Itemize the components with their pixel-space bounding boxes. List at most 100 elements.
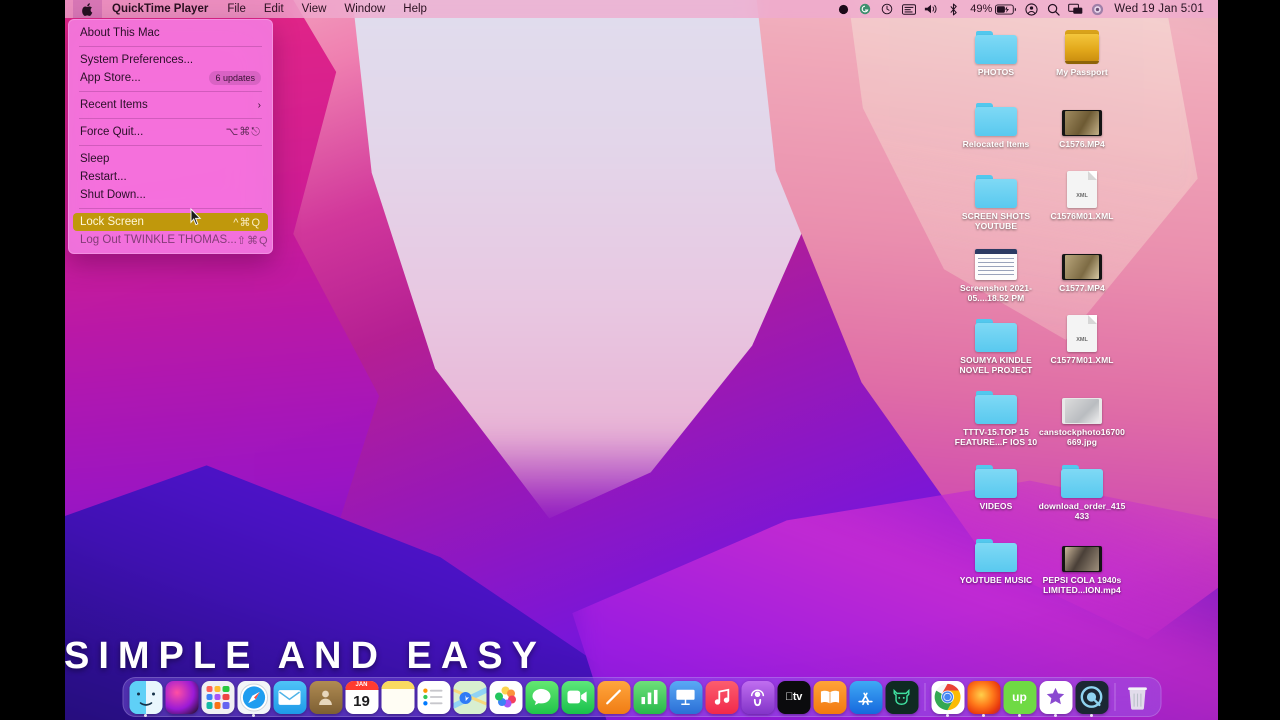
dock-item-quicktime[interactable] (1075, 680, 1108, 717)
dock-item-trash[interactable] (1121, 681, 1154, 714)
firefox-icon (967, 680, 1000, 714)
menu-separator (79, 118, 262, 119)
screenshot-thumbnail-icon (952, 238, 1040, 280)
menu-item-log-out[interactable]: Log Out TWINKLE THOMAS... ⇧⌘Q (73, 231, 268, 249)
desktop-icon-pepsi-cola[interactable]: PEPSI COLA 1940s LIMITED...ION.mp4 (1038, 530, 1126, 595)
desktop-icon-screen-shots-youtube[interactable]: SCREEN SHOTS YOUTUBE (952, 166, 1040, 231)
notes-icon (381, 680, 414, 714)
menu-bar-item-file[interactable]: File (218, 0, 255, 18)
upwork-icon: up (1003, 680, 1036, 714)
bluetooth-icon[interactable] (942, 0, 964, 18)
desktop-icon-videos[interactable]: VIDEOS (952, 456, 1040, 511)
dock-item-reminders[interactable] (417, 680, 450, 714)
screen-recorder-icon[interactable] (898, 0, 920, 18)
spotlight-search-icon[interactable] (1042, 0, 1064, 18)
desktop-icon-download-order[interactable]: download_order_415433 (1038, 456, 1126, 521)
dock-item-finder[interactable] (129, 680, 162, 717)
menu-bar-item-view[interactable]: View (293, 0, 336, 18)
desktop-icon-photos[interactable]: PHOTOS (952, 22, 1040, 77)
desktop-icon-label: Screenshot 2021-05....18.52 PM (960, 283, 1032, 303)
user-account-icon[interactable] (1020, 0, 1042, 18)
battery-charging-icon (995, 3, 1017, 15)
dock-item-siri[interactable] (165, 680, 198, 714)
dock-item-keynote[interactable] (669, 680, 702, 714)
menu-bar-item-edit[interactable]: Edit (255, 0, 293, 18)
dock-item-music[interactable] (705, 680, 738, 714)
menu-item-lock-screen[interactable]: Lock Screen ^⌘Q (73, 213, 268, 231)
time-machine-icon[interactable] (876, 0, 898, 18)
menu-item-restart[interactable]: Restart... (73, 168, 268, 186)
menu-bar-app-name[interactable]: QuickTime Player (102, 0, 218, 18)
dock-item-books[interactable] (813, 680, 846, 714)
menu-bar-left: QuickTime Player File Edit View Window H… (65, 0, 436, 18)
desktop-icon-screenshot[interactable]: Screenshot 2021-05....18.52 PM (952, 238, 1040, 303)
battery-status[interactable]: 49% (964, 3, 1020, 15)
mail-icon (273, 680, 306, 714)
dock-item-messages[interactable] (525, 680, 558, 714)
dock-item-maps[interactable] (453, 680, 486, 714)
apple-menu-dropdown[interactable]: About This Mac System Preferences... App… (68, 19, 273, 254)
desktop-icon-canstockphoto[interactable]: canstockphoto16700669.jpg (1038, 382, 1126, 447)
menu-bar-item-help[interactable]: Help (394, 0, 436, 18)
dock-item-bull-app[interactable] (885, 680, 918, 714)
volume-icon[interactable] (920, 0, 942, 18)
harddrive-icon (1038, 22, 1126, 64)
dock-item-photos[interactable] (489, 680, 522, 714)
menu-item-label: System Preferences... (80, 54, 194, 66)
calendar-month-label: JAN (345, 680, 378, 690)
desktop-icon-label: C1576.MP4 (1059, 139, 1105, 149)
dock-item-podcasts[interactable] (741, 680, 774, 714)
letterbox-left (0, 0, 65, 720)
calendar-icon: JAN 19 (345, 680, 378, 714)
desktop-icon-c1576m01-xml[interactable]: XML C1576M01.XML (1038, 166, 1126, 221)
desktop-icon-label: C1577M01.XML (1050, 355, 1114, 365)
menu-separator (79, 46, 262, 47)
menu-item-app-store[interactable]: App Store... 6 updates (73, 69, 268, 87)
desktop-icon-soumya-kindle-novel-project[interactable]: SOUMYA KINDLE NOVEL PROJECT (952, 310, 1040, 375)
dock-item-launchpad[interactable] (201, 680, 234, 714)
dock-item-calendar[interactable]: JAN 19 (345, 680, 378, 714)
xml-document-icon: XML (1038, 166, 1126, 208)
dock-item-apple-tv[interactable]: tv (777, 680, 810, 714)
desktop-icon-c1577-mp4[interactable]: C1577.MP4 (1038, 238, 1126, 293)
menu-item-recent-items[interactable]: Recent Items › (73, 96, 268, 114)
dock-item-contacts[interactable] (309, 680, 342, 714)
desktop-icon-youtube-music[interactable]: YOUTUBE MUSIC (952, 530, 1040, 585)
menu-bar-item-window[interactable]: Window (335, 0, 394, 18)
menu-item-system-preferences[interactable]: System Preferences... (73, 51, 268, 69)
desktop[interactable]: QuickTime Player File Edit View Window H… (65, 0, 1218, 720)
desktop-icon-tttv-15[interactable]: TTTV-15.TOP 15 FEATURE...F IOS 10 (952, 382, 1040, 447)
apple-logo-icon[interactable] (73, 0, 102, 18)
menu-item-shortcut: ⇧⌘Q (236, 234, 269, 247)
dock-item-mail[interactable] (273, 680, 306, 714)
grammarly-icon[interactable] (854, 0, 876, 18)
dock-item-safari[interactable] (237, 680, 270, 717)
control-center-icon[interactable] (1086, 0, 1108, 18)
menu-item-sleep[interactable]: Sleep (73, 150, 268, 168)
video-caption-text: SIMPLE AND EASY (65, 635, 546, 677)
dock-item-firefox[interactable] (967, 680, 1000, 717)
dock-item-chrome[interactable] (931, 680, 964, 717)
desktop-icon-c1576-mp4[interactable]: C1576.MP4 (1038, 94, 1126, 149)
chrome-icon (931, 680, 964, 714)
desktop-icon-relocated-items[interactable]: Relocated Items (952, 94, 1040, 149)
desktop-icon-c1577m01-xml[interactable]: XML C1577M01.XML (1038, 310, 1126, 365)
desktop-icon-my-passport[interactable]: My Passport (1038, 22, 1126, 77)
dock-item-upwork[interactable]: up (1003, 680, 1036, 717)
dock-item-notes[interactable] (381, 680, 414, 714)
menu-item-shut-down[interactable]: Shut Down... (73, 186, 268, 204)
menu-bar-clock[interactable]: Wed 19 Jan 5:01 (1108, 3, 1212, 15)
record-icon[interactable] (832, 0, 854, 18)
desktop-icon-label: SOUMYA KINDLE NOVEL PROJECT (959, 355, 1033, 375)
dock-item-photo-booth[interactable] (1039, 680, 1072, 717)
dock[interactable]: JAN 19 tv up (122, 677, 1161, 717)
menu-item-about-this-mac[interactable]: About This Mac (73, 24, 268, 42)
menu-item-force-quit[interactable]: Force Quit... ⌥⌘⎋ (73, 123, 268, 141)
dock-item-pages[interactable] (597, 680, 630, 714)
folder-icon (952, 310, 1040, 352)
dock-item-numbers[interactable] (633, 680, 666, 714)
display-mirroring-icon[interactable] (1064, 0, 1086, 18)
dock-item-facetime[interactable] (561, 680, 594, 714)
menu-item-shortcut: ^⌘Q (233, 216, 261, 229)
dock-item-app-store[interactable] (849, 680, 882, 714)
